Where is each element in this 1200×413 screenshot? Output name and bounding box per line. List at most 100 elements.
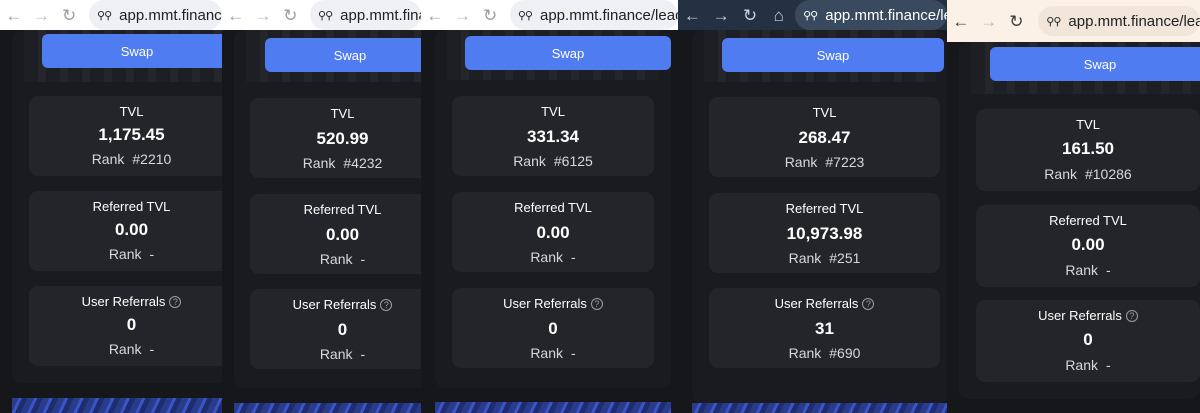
stat-label-text: User Referrals <box>81 294 166 309</box>
stat-value: 161.50 <box>1062 139 1114 158</box>
help-icon[interactable]: ? <box>380 299 393 311</box>
rank-label: Rank <box>788 345 822 361</box>
rank-label: Rank <box>1044 166 1077 182</box>
site-settings-icon[interactable]: ⚲⚲ <box>318 9 333 22</box>
stat-value: 0.00 <box>536 223 570 242</box>
tvl-stat: TVL 268.47 Rank #7223 <box>709 97 940 177</box>
swap-button[interactable]: Swap <box>265 38 421 72</box>
back-icon[interactable]: ← <box>0 7 28 24</box>
site-settings-icon[interactable]: ⚲⚲ <box>803 9 818 22</box>
referred-tvl-stat: Referred TVL 0.00 Rank - <box>976 205 1200 287</box>
referred-tvl-stat: Referred TVL 0.00 Rank - <box>250 194 421 274</box>
stat-rank: Rank #2210 <box>29 151 222 167</box>
stat-label: TVL <box>812 105 837 120</box>
address-bar[interactable]: ⚲⚲ app.mmt.finance <box>89 0 222 30</box>
address-bar[interactable]: ⚲⚲ app.mmt.finance/le <box>795 0 947 30</box>
referred-tvl-stat: Referred TVL 10,973.98 Rank #251 <box>709 193 940 273</box>
back-icon[interactable]: ← <box>678 7 707 24</box>
help-icon[interactable]: ? <box>1125 310 1138 322</box>
tvl-stat: TVL 331.34 Rank #6125 <box>452 96 654 176</box>
stat-rank: Rank #6125 <box>452 153 654 169</box>
rank-value: - <box>1106 357 1111 373</box>
reload-icon[interactable]: ↻ <box>277 7 304 24</box>
address-bar[interactable]: ⚲⚲ app.mmt.finance/leade <box>509 0 678 30</box>
rank-value: #10286 <box>1084 166 1132 182</box>
back-icon[interactable]: ← <box>421 7 449 24</box>
stat-rank: Rank - <box>29 246 222 262</box>
stat-value: 0.00 <box>1071 235 1105 254</box>
stat-rank: Rank #251 <box>709 250 940 266</box>
user-referrals-stat: User Referrals? 31 Rank #690 <box>709 288 940 368</box>
stat-label: User Referrals? <box>452 296 654 311</box>
swap-button[interactable]: Swap <box>465 36 671 70</box>
stat-value: 0 <box>548 319 558 338</box>
rank-label: Rank <box>108 246 142 262</box>
stat-label: Referred TVL <box>303 202 382 217</box>
browser-toolbar: ← → ↻ ⚲⚲ app.mmt.fina <box>222 0 421 30</box>
back-icon[interactable]: ← <box>222 7 249 24</box>
leaderboard-card: Swap TVL 1,175.45 Rank #2210 Referred TVL… <box>12 30 222 383</box>
site-settings-icon[interactable]: ⚲⚲ <box>1046 15 1061 28</box>
help-icon[interactable]: ? <box>169 296 182 308</box>
swap-button[interactable]: Swap <box>990 47 1200 81</box>
stat-label: User Referrals? <box>250 297 421 312</box>
stat-value: 520.99 <box>316 129 369 148</box>
address-bar[interactable]: ⚲⚲ app.mmt.finance/lead <box>1038 6 1200 36</box>
promo-banner <box>12 398 222 413</box>
rank-label: Rank <box>1065 262 1098 278</box>
forward-icon[interactable]: → <box>28 7 56 24</box>
stat-rank: Rank #10286 <box>976 166 1200 182</box>
forward-icon[interactable]: → <box>249 7 276 24</box>
help-icon[interactable]: ? <box>862 298 875 310</box>
stat-label-text: User Referrals <box>1038 308 1122 323</box>
reload-icon[interactable]: ↻ <box>736 7 765 24</box>
rank-label: Rank <box>319 251 353 267</box>
reload-icon[interactable]: ↻ <box>1003 13 1031 30</box>
rank-value: #6125 <box>553 153 593 169</box>
swap-button[interactable]: Swap <box>42 34 222 68</box>
stat-value: 0.00 <box>114 220 149 239</box>
stat-value: 10,973.98 <box>786 224 863 243</box>
referred-tvl-stat: Referred TVL 0.00 Rank - <box>29 191 222 271</box>
stat-label: User Referrals? <box>709 296 940 311</box>
help-icon[interactable]: ? <box>590 298 603 310</box>
forward-icon[interactable]: → <box>707 7 736 24</box>
stat-value: 268.47 <box>798 128 851 147</box>
reload-icon[interactable]: ↻ <box>55 7 83 24</box>
back-icon[interactable]: ← <box>947 13 975 30</box>
rank-label: Rank <box>319 346 353 362</box>
stat-label: TVL <box>330 106 355 121</box>
rank-label: Rank <box>108 341 142 357</box>
user-referrals-stat: User Referrals? 0 Rank - <box>452 288 654 368</box>
rank-label: Rank <box>513 153 546 169</box>
home-icon[interactable]: ⌂ <box>764 7 793 24</box>
stat-label: Referred TVL <box>92 199 171 214</box>
rank-label: Rank <box>784 154 818 170</box>
rank-value: - <box>360 251 366 267</box>
browser-toolbar: ← → ↻ ⌂ ⚲⚲ app.mmt.finance/le <box>678 0 947 30</box>
site-settings-icon[interactable]: ⚲⚲ <box>97 9 112 22</box>
address-bar[interactable]: ⚲⚲ app.mmt.fina <box>310 0 421 30</box>
stat-value: 0 <box>126 315 137 334</box>
stat-label: TVL <box>1076 117 1100 132</box>
stat-rank: Rank - <box>250 346 421 362</box>
site-settings-icon[interactable]: ⚲⚲ <box>518 9 533 22</box>
stat-value: 0 <box>337 320 348 339</box>
forward-icon[interactable]: → <box>975 13 1003 30</box>
rank-label: Rank <box>788 250 822 266</box>
forward-icon[interactable]: → <box>449 7 477 24</box>
stat-label: User Referrals? <box>29 294 222 309</box>
stat-label: TVL <box>119 104 144 119</box>
stat-rank: Rank - <box>976 357 1200 373</box>
tvl-stat: TVL 161.50 Rank #10286 <box>976 109 1200 191</box>
screenshot-panel-1: ← → ↻ ⚲⚲ app.mmt.finance Swap TVL 1,175.… <box>0 0 222 413</box>
url-text: app.mmt.finance/le <box>825 6 947 24</box>
reload-icon[interactable]: ↻ <box>476 7 504 24</box>
url-text: app.mmt.finance/leade <box>540 6 678 24</box>
rank-label: Rank <box>1065 357 1098 373</box>
swap-button[interactable]: Swap <box>722 38 944 72</box>
stat-value: 0 <box>1083 330 1093 349</box>
rank-value: #690 <box>829 345 861 361</box>
stat-label: User Referrals? <box>976 308 1200 323</box>
rank-label: Rank <box>302 155 336 171</box>
